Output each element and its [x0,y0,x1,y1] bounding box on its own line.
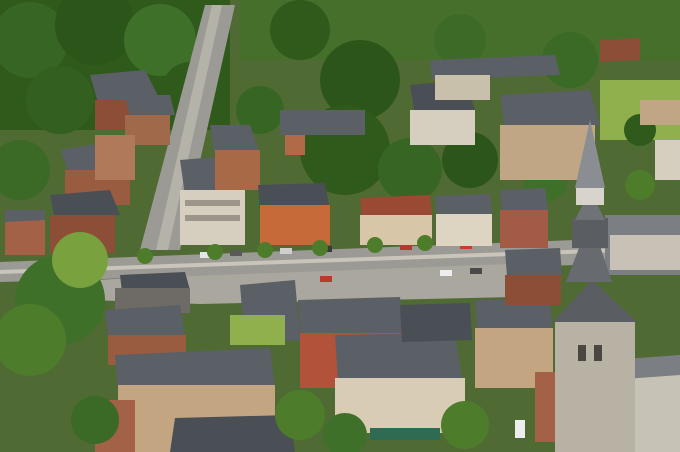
aerial-photo [0,0,680,452]
aerial-town-scene [0,0,680,452]
